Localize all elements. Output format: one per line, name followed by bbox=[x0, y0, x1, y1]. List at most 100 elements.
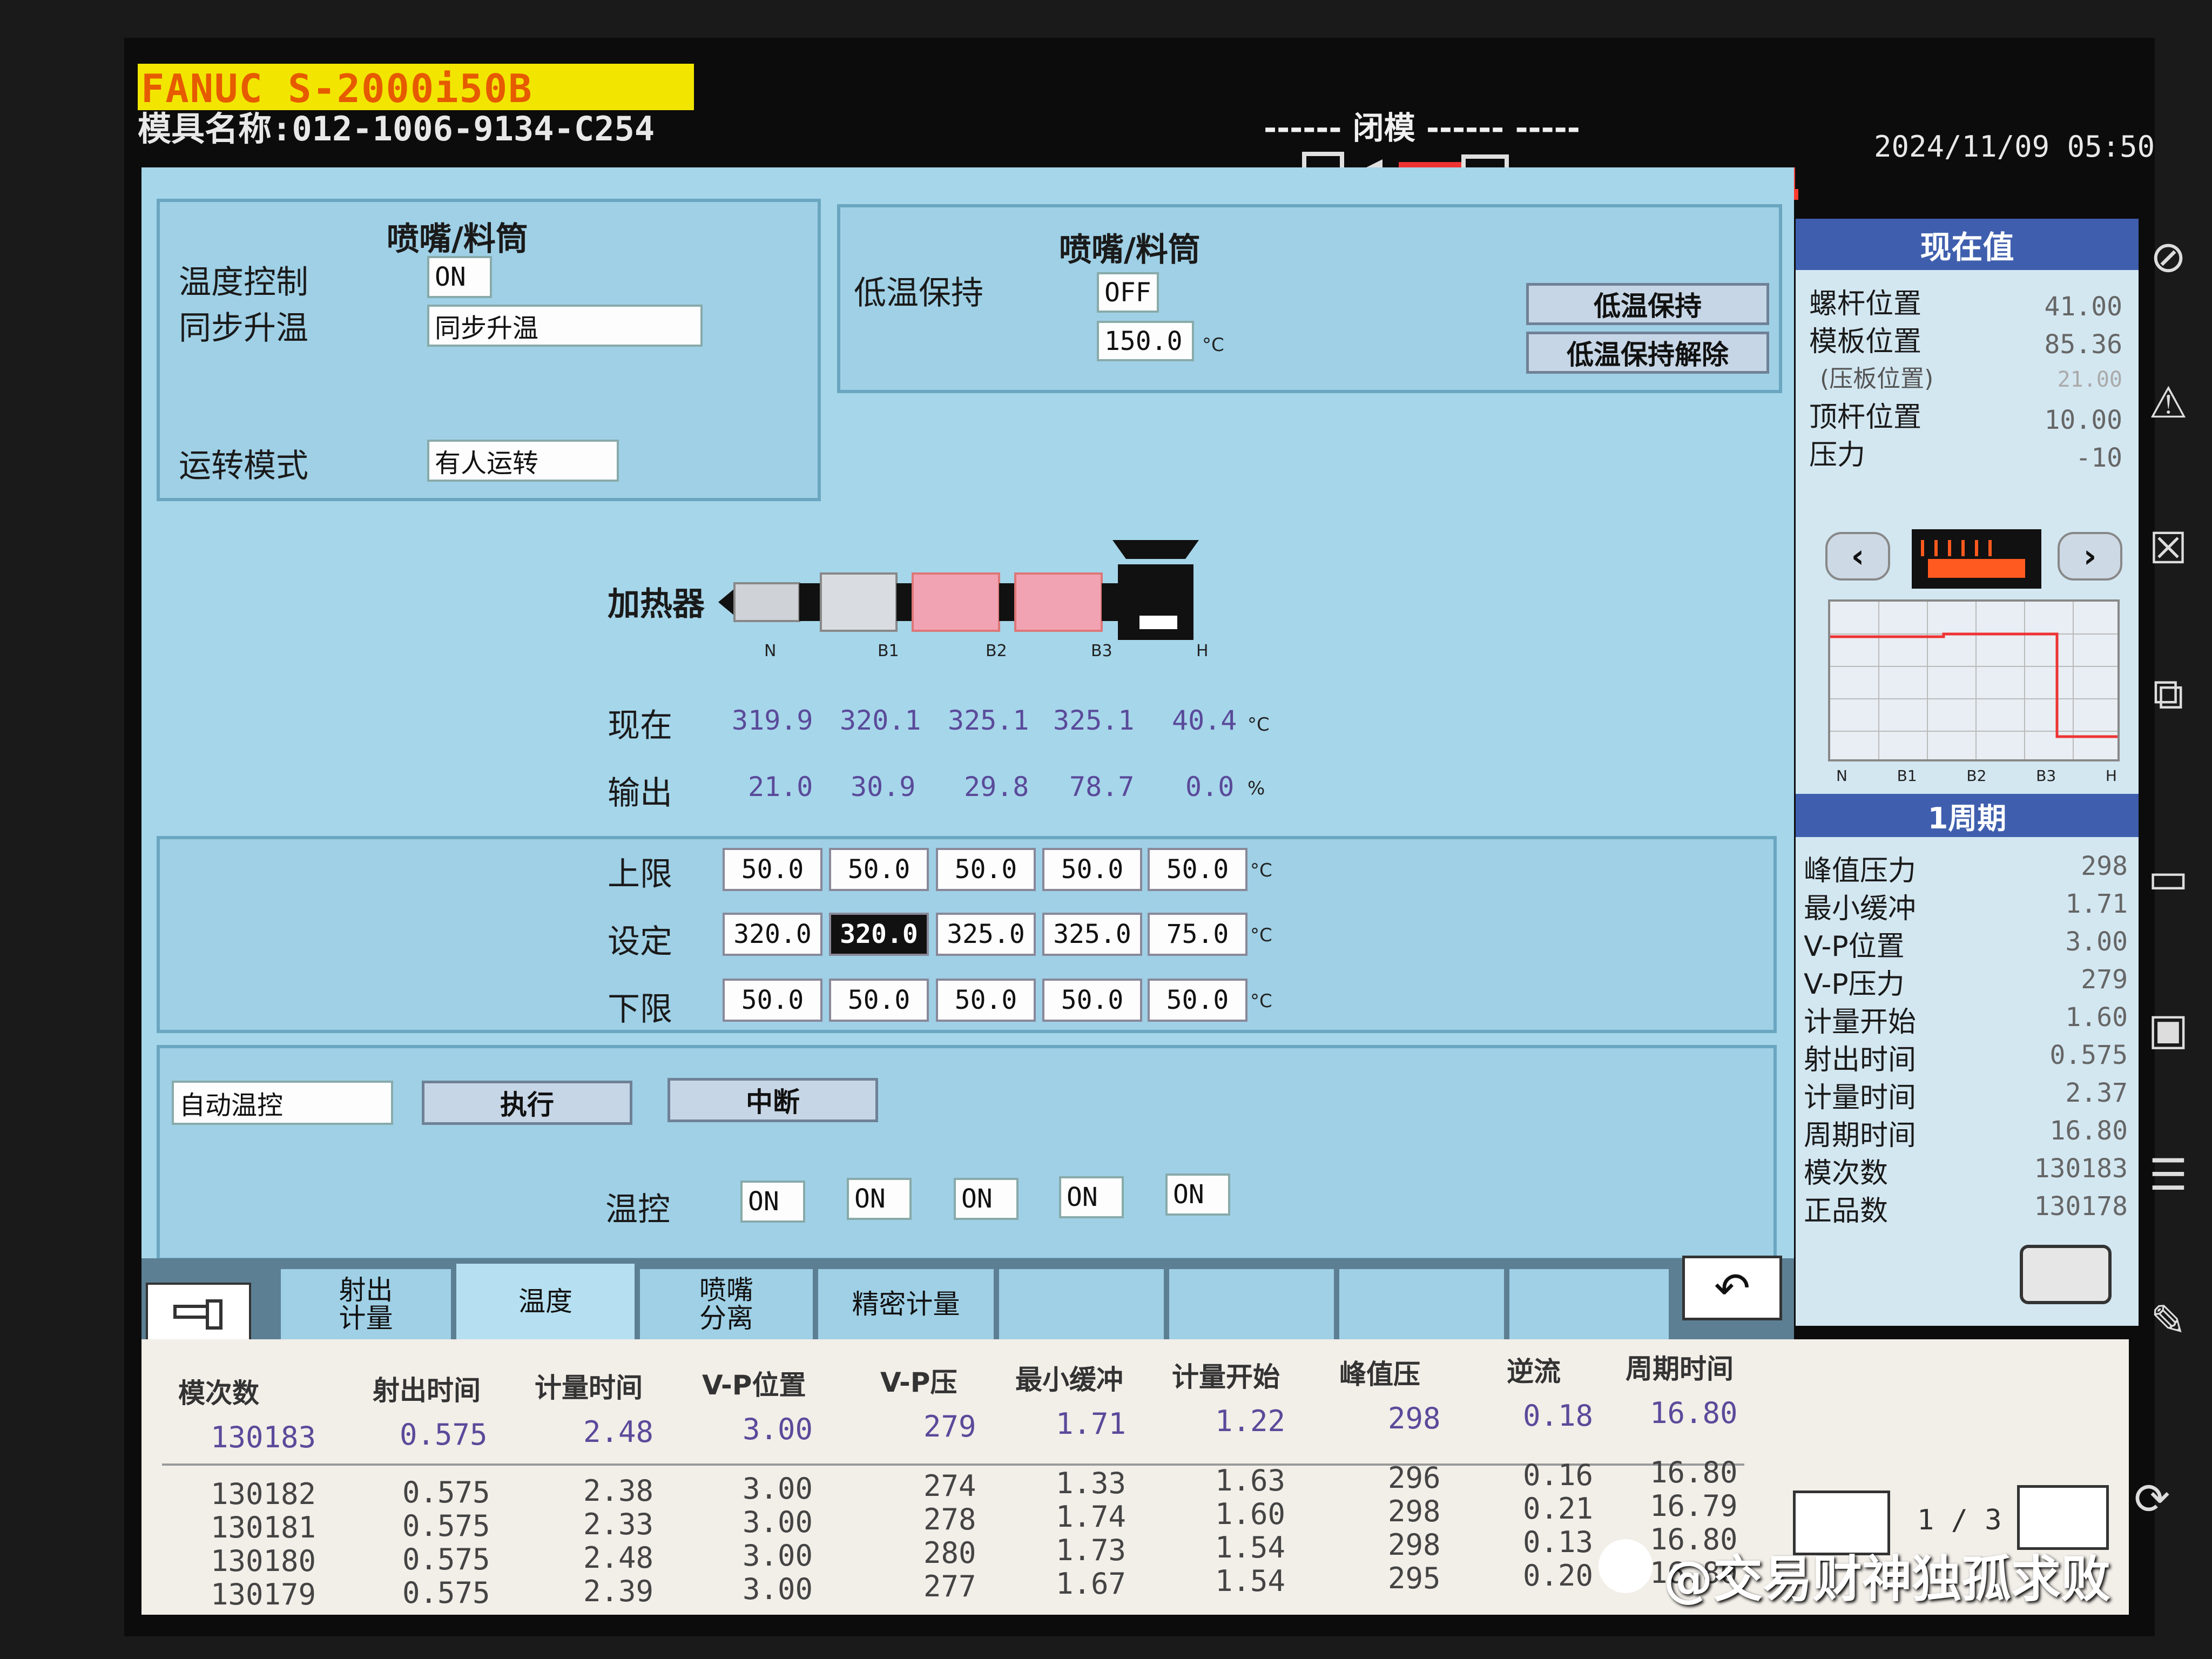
cell: 16.79 bbox=[1650, 1489, 1738, 1523]
cell: 0.16 bbox=[1523, 1458, 1594, 1492]
set-temp-b3[interactable]: 325.0 bbox=[1042, 913, 1142, 956]
low-temp-value-field[interactable]: 150.0 bbox=[1097, 321, 1194, 361]
back-arrow-icon[interactable]: ↶ bbox=[1682, 1256, 1782, 1320]
low-temp-hold-panel: 喷嘴/料筒 低温保持 OFF 150.0 °C 低温保持 低温保持解除 bbox=[837, 204, 1782, 393]
graph-zone-b3: B3 bbox=[2036, 767, 2056, 785]
output-unit: % bbox=[1247, 778, 1265, 799]
cycle-label: 模次数 bbox=[1804, 1157, 1889, 1190]
cancel-box-icon[interactable]: ☒ bbox=[2139, 518, 2198, 578]
set-temp-h[interactable]: 75.0 bbox=[1148, 913, 1247, 956]
lower-limit-n[interactable]: 50.0 bbox=[723, 979, 822, 1022]
run-mode-field[interactable]: 有人运转 bbox=[427, 440, 619, 482]
copy-icon[interactable]: ⧉ bbox=[2139, 664, 2198, 724]
refresh-icon[interactable]: ⟳ bbox=[2122, 1469, 2182, 1528]
temp-control-n-toggle[interactable]: ON bbox=[740, 1181, 805, 1223]
list-icon[interactable]: ☰ bbox=[2139, 1145, 2198, 1204]
cell: 296 bbox=[1388, 1461, 1441, 1495]
machine-status: ------ 闭模 ------ ----- bbox=[1264, 110, 1580, 146]
cell: 0.575 bbox=[402, 1576, 490, 1610]
display-icon[interactable]: ▣ bbox=[2139, 999, 2198, 1058]
low-temp-state-field[interactable]: OFF bbox=[1097, 272, 1159, 313]
cycle-label: V-P压力 bbox=[1804, 968, 1905, 1001]
col-header: 射出时间 bbox=[373, 1375, 481, 1406]
cycle-value: 2.37 bbox=[2065, 1078, 2128, 1108]
execute-button[interactable]: 执行 bbox=[422, 1081, 632, 1125]
current-temp-n: 319.9 bbox=[732, 705, 813, 736]
slash-circle-icon[interactable]: ⊘ bbox=[2139, 227, 2198, 286]
upper-limit-b2[interactable]: 50.0 bbox=[936, 848, 1036, 891]
press-plate-position-label: (压板位置) bbox=[1820, 365, 1934, 393]
temp-control-b2-toggle[interactable]: ON bbox=[954, 1178, 1019, 1220]
low-temp-release-button[interactable]: 低温保持解除 bbox=[1526, 332, 1769, 374]
sync-heat-field[interactable]: 同步升温 bbox=[427, 305, 703, 347]
current-temp-unit: °C bbox=[1247, 714, 1270, 736]
upper-limit-label: 上限 bbox=[608, 855, 672, 893]
prev-icon[interactable]: ‹ bbox=[1825, 532, 1890, 581]
next-icon[interactable]: › bbox=[2058, 532, 2122, 581]
cycle-row: V-P位置 3.00 bbox=[1804, 923, 2128, 963]
temp-control-b1-toggle[interactable]: ON bbox=[847, 1178, 912, 1220]
auto-temp-mode-field[interactable]: 自动温控 bbox=[172, 1081, 393, 1125]
monitor-icon[interactable] bbox=[2020, 1245, 2112, 1304]
cell: 1.60 bbox=[1215, 1497, 1286, 1531]
tab-empty-2[interactable] bbox=[1169, 1269, 1337, 1339]
cycle-label: 峰值压力 bbox=[1804, 855, 1917, 887]
graph-zone-axis: N B1 B2 B3 H bbox=[1836, 767, 2117, 785]
cell: 0.18 bbox=[1523, 1399, 1594, 1433]
cell: 298 bbox=[1388, 1528, 1441, 1562]
temp-control-h-toggle[interactable]: ON bbox=[1165, 1174, 1230, 1216]
platen-position-label: 模板位置 bbox=[1809, 326, 1922, 358]
cycle-row: 正品数 130178 bbox=[1804, 1188, 2128, 1228]
lower-limit-b3[interactable]: 50.0 bbox=[1042, 979, 1142, 1022]
temp-control-label: 温度控制 bbox=[179, 264, 308, 301]
low-temp-unit: °C bbox=[1202, 334, 1224, 356]
upper-limit-n[interactable]: 50.0 bbox=[723, 848, 822, 891]
zone-label-b2: B2 bbox=[986, 642, 1007, 660]
datetime: 2024/11/09 05:50 bbox=[1874, 130, 2155, 164]
set-temp-n[interactable]: 320.0 bbox=[723, 913, 822, 956]
upper-limit-h[interactable]: 50.0 bbox=[1148, 848, 1247, 891]
tab-injection-metering[interactable]: 射出 计量 bbox=[281, 1269, 454, 1339]
zone-label-b3: B3 bbox=[1091, 642, 1112, 660]
lower-limit-h[interactable]: 50.0 bbox=[1148, 979, 1247, 1022]
cycle-label: 射出时间 bbox=[1804, 1044, 1917, 1076]
inject-tool-icon[interactable] bbox=[146, 1283, 251, 1347]
cycle-row: 最小缓冲 1.71 bbox=[1804, 886, 2128, 925]
interrupt-button[interactable]: 中断 bbox=[667, 1078, 878, 1122]
cell: 3.00 bbox=[743, 1572, 813, 1606]
cell: 298 bbox=[1388, 1494, 1441, 1528]
upper-limit-b1[interactable]: 50.0 bbox=[829, 848, 929, 891]
current-temp-b2: 325.1 bbox=[948, 705, 1029, 736]
cycle-label: 计量时间 bbox=[1804, 1082, 1917, 1114]
lower-limit-b1[interactable]: 50.0 bbox=[829, 979, 929, 1022]
set-temp-b1-selected[interactable]: 320.0 bbox=[829, 913, 929, 956]
tab-empty-4[interactable] bbox=[1509, 1269, 1671, 1339]
cycle-value: 298 bbox=[2081, 851, 2128, 881]
screen-icon[interactable]: ▭ bbox=[2139, 848, 2198, 907]
tab-empty-3[interactable] bbox=[1339, 1269, 1507, 1339]
tab-precision-metering[interactable]: 精密计量 bbox=[818, 1269, 996, 1339]
set-temp-label: 设定 bbox=[608, 923, 672, 961]
warning-icon[interactable]: ⚠ bbox=[2139, 373, 2198, 432]
lower-limit-b2[interactable]: 50.0 bbox=[936, 979, 1036, 1022]
low-temp-hold-button[interactable]: 低温保持 bbox=[1526, 283, 1769, 325]
tab-empty-1[interactable] bbox=[999, 1269, 1166, 1339]
cycle-label: 正品数 bbox=[1804, 1195, 1889, 1228]
zone-label-h: H bbox=[1196, 642, 1209, 660]
notes-icon[interactable]: ✎ bbox=[2139, 1291, 2198, 1350]
temp-control-field[interactable]: ON bbox=[427, 256, 492, 298]
temp-control-b3-toggle[interactable]: ON bbox=[1059, 1176, 1124, 1218]
zone-label-n: N bbox=[764, 642, 777, 660]
upper-limit-b3[interactable]: 50.0 bbox=[1042, 848, 1142, 891]
graph-zone-n: N bbox=[1836, 767, 1847, 785]
table-row-current: 130183 0.575 2.48 3.00 279 1.71 1.22 298… bbox=[157, 1396, 1744, 1454]
ejector-position-label: 顶杆位置 bbox=[1809, 401, 1922, 434]
cell: 298 bbox=[1388, 1401, 1441, 1435]
set-temp-b2[interactable]: 325.0 bbox=[936, 913, 1036, 956]
output-b2: 29.8 bbox=[964, 771, 1029, 802]
cell: 1.33 bbox=[1056, 1466, 1127, 1500]
cell: 1.73 bbox=[1056, 1533, 1127, 1567]
tab-temperature-active[interactable]: 温度 bbox=[456, 1264, 637, 1339]
tab-nozzle-separation[interactable]: 喷嘴 分离 bbox=[640, 1269, 815, 1339]
output-n: 21.0 bbox=[748, 771, 813, 802]
